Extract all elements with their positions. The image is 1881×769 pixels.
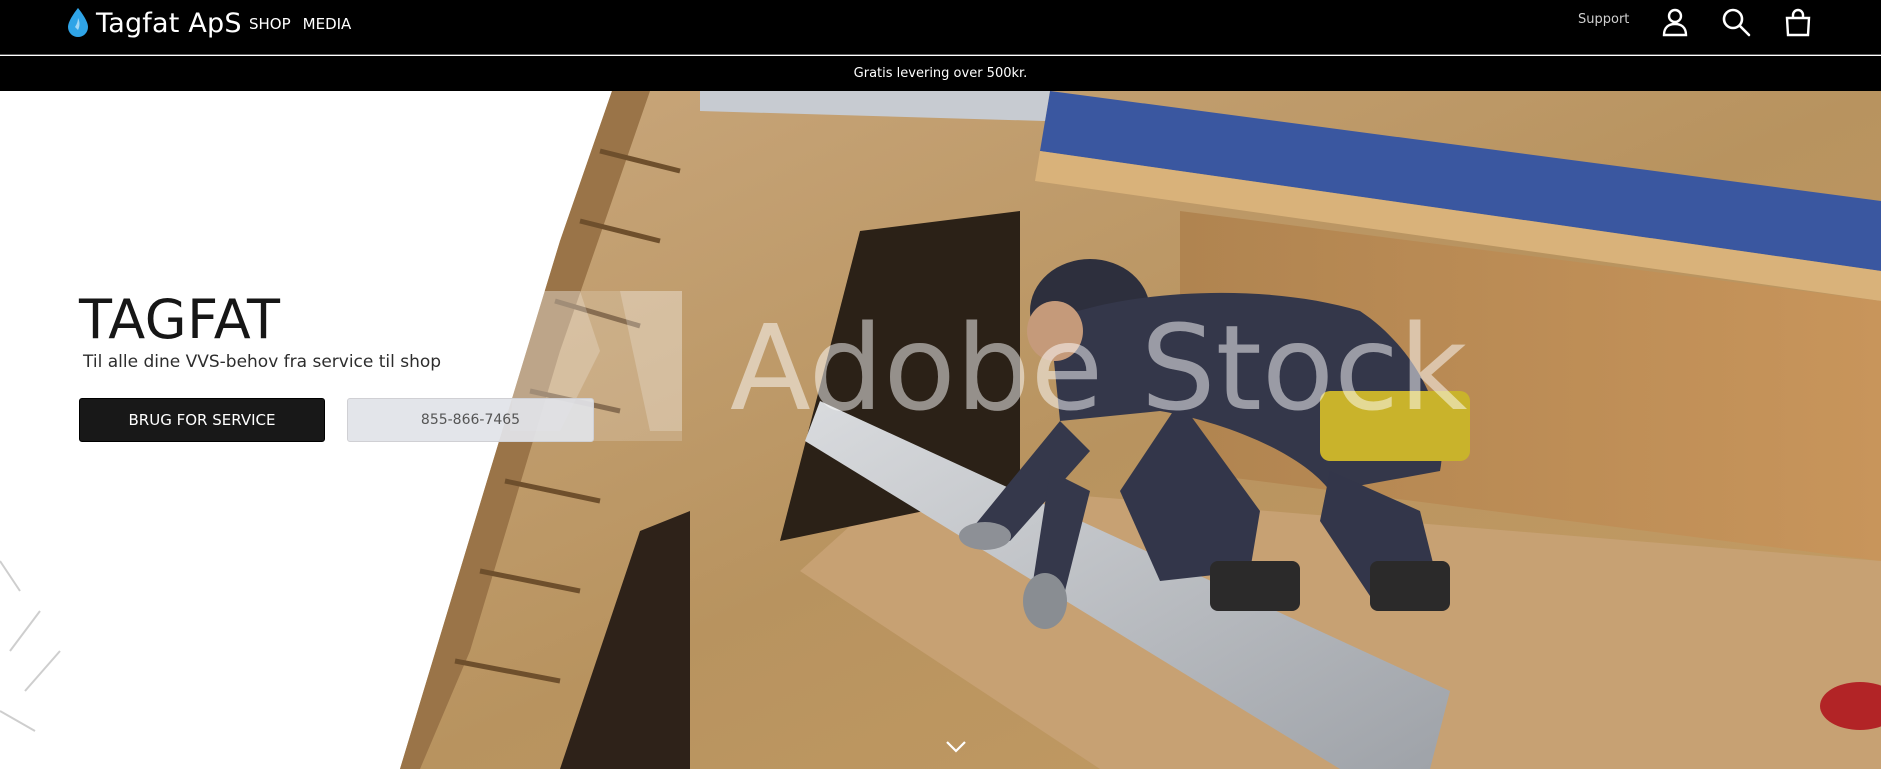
- search-button[interactable]: [1720, 6, 1752, 38]
- adobe-stock-watermark: Adobe Stock: [730, 299, 1467, 437]
- nav-shop-link[interactable]: SHOP: [249, 14, 291, 34]
- nav-media-link[interactable]: MEDIA: [303, 14, 352, 34]
- hero-section: Adobe Stock TAGFAT Til alle dine VVS-beh…: [0, 91, 1881, 769]
- brand-name: Tagfat ApS: [96, 7, 242, 39]
- brand-logo-link[interactable]: Tagfat ApS: [66, 7, 242, 39]
- account-icon: [1662, 8, 1688, 37]
- water-drop-icon: [68, 8, 88, 37]
- hero-subtitle: Til alle dine VVS-behov fra service til …: [83, 352, 442, 372]
- hero-title: TAGFAT: [79, 288, 281, 351]
- main-nav: SHOP MEDIA: [249, 14, 351, 34]
- cart-button[interactable]: [1782, 6, 1814, 38]
- service-button[interactable]: BRUG FOR SERVICE: [79, 398, 325, 442]
- account-button[interactable]: [1659, 6, 1691, 38]
- chevron-down-icon[interactable]: [944, 737, 968, 757]
- promo-bar: Gratis levering over 500kr.: [0, 56, 1881, 91]
- search-icon: [1722, 8, 1751, 37]
- promo-text: Gratis levering over 500kr.: [853, 66, 1028, 81]
- support-link[interactable]: Support: [1578, 12, 1629, 27]
- phone-button[interactable]: 855-866-7465: [347, 398, 594, 442]
- site-header: Tagfat ApS SHOP MEDIA Support: [0, 0, 1881, 55]
- cart-icon: [1785, 8, 1811, 37]
